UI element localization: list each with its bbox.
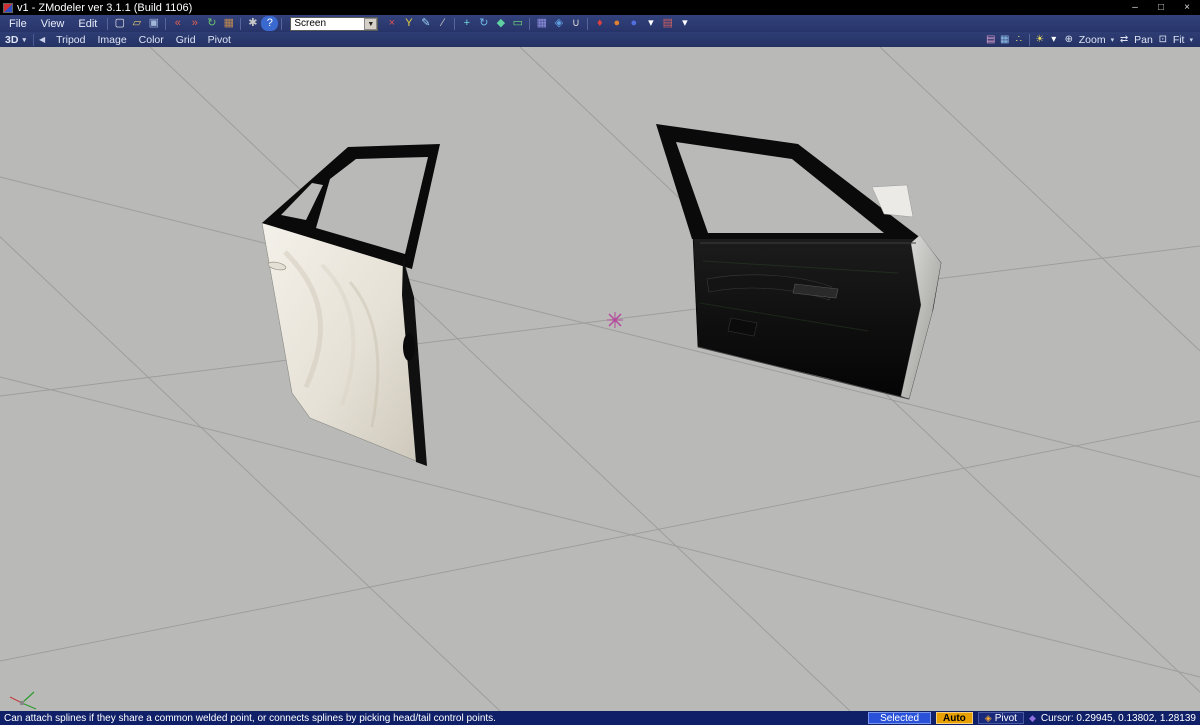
viewport-header-right: ▤ ▦ ∴ ☀ ▾ ⊕ Zoom ▾ ⇄ Pan ⊡ Fit ▾ [984,33,1200,46]
viewport-3d[interactable] [0,47,1200,711]
pivot-label: Pivot [994,712,1017,724]
edit-tools-strip: × Y ✎ ∕ + ↻ ◆ ▭ ▦ ◈ ∪ ♦ ● ● ▾ ▤ ▾ [383,15,693,32]
dropdown-arrow-icon[interactable]: ▼ [364,17,378,30]
display-options-strip: ▤ ▦ ∴ ☀ ▾ [984,33,1061,46]
separator [587,17,589,30]
wireframe-icon[interactable]: ▦ [998,33,1012,46]
y-axis-icon[interactable]: Y [400,16,417,31]
separator [107,17,109,30]
window-title: v1 - ZModeler ver 3.1.1 (Build 1106) [17,1,193,14]
fit-caret-icon[interactable]: ▾ [1187,36,1195,44]
minimize-button[interactable]: – [1122,2,1148,13]
pan-button[interactable]: Pan [1132,34,1155,46]
window-controls: – □ × [1122,2,1200,13]
menu-strip: File View Edit [2,15,104,32]
right-door-model[interactable] [656,124,942,400]
viewport-header: 3D ▾ ◀ Tripod Image Color Grid Pivot ▤ ▦ ∴ ☀ ▾ ⊕… [0,32,1200,47]
separator [165,17,167,30]
view-mode-label: 3D [5,33,19,46]
open-folder-icon[interactable]: ▱ [128,16,145,31]
back-arrow-icon[interactable]: ◀ [34,35,50,44]
zmodeler-window: v1 - ZModeler ver 3.1.1 (Build 1106) – □… [0,0,1200,725]
shading-mode-icon[interactable]: ▤ [984,33,998,46]
fit-button[interactable]: Fit [1171,34,1187,46]
status-message: Can attach splines if they share a commo… [4,712,496,724]
zoom-caret-icon[interactable]: ▾ [1109,36,1117,44]
grid-lines [0,47,1200,711]
edge-snap-icon[interactable]: ∪ [567,16,584,31]
cursor-diamond-icon: ◆ [1028,712,1036,723]
screen-mode-value: Screen [294,18,327,29]
draw-pencil-icon[interactable]: ✎ [417,16,434,31]
viewport-menu-tripod[interactable]: Tripod [50,34,91,46]
cursor-coordinates: Cursor: 0.29945, 0.13802, 1.28139 [1040,712,1196,724]
main-toolbar: File View Edit ▢ ▱ ▣ «» ↻ ▦ ✱? Screen ▼ × Y ✎ ∕ + ↻ ◆ ▭… [0,15,1200,32]
close-button[interactable]: × [1174,2,1200,13]
dropdown-caret-icon[interactable]: ▾ [642,16,659,31]
zoom-button[interactable]: Zoom [1077,34,1108,46]
package-icon[interactable]: ▦ [220,16,237,31]
axis-gizmo [9,691,37,710]
viewport-menu-color[interactable]: Color [133,34,170,46]
zoom-icon[interactable]: ⊕ [1062,33,1076,46]
move-tool-icon[interactable]: + [458,16,475,31]
line-tool-icon[interactable]: ∕ [434,16,451,31]
dropdown-caret2-icon[interactable]: ▾ [676,16,693,31]
menu-edit[interactable]: Edit [71,18,104,30]
display-caret-icon[interactable]: ▾ [1047,33,1061,46]
titlebar: v1 - ZModeler ver 3.1.1 (Build 1106) – □… [0,0,1200,15]
app-icon [3,2,13,13]
auto-mode-button[interactable]: Auto [936,712,973,724]
material-blue-icon[interactable]: ● [625,16,642,31]
refresh-icon[interactable]: ↻ [203,16,220,31]
material-orange-icon[interactable]: ● [608,16,625,31]
grid-snap-icon[interactable]: ▦ [533,16,550,31]
view-mode-button[interactable]: 3D ▾ [0,33,34,46]
display-monitor-icon[interactable]: ▭ [509,16,526,31]
pan-icon[interactable]: ⇄ [1117,33,1131,46]
separator [454,17,456,30]
viewport-menu-grid[interactable]: Grid [170,34,202,46]
scale-tool-icon[interactable]: ◆ [492,16,509,31]
vertex-snap-icon[interactable]: ◈ [550,16,567,31]
fit-icon[interactable]: ⊡ [1156,33,1170,46]
separator [281,17,283,30]
maximize-button[interactable]: □ [1148,2,1174,13]
screen-mode-select[interactable]: Screen ▼ [290,16,379,31]
export-icon[interactable]: » [186,16,203,31]
menu-file[interactable]: File [2,18,34,30]
vertices-icon[interactable]: ∴ [1012,33,1026,46]
pivot-icon: ◈ [984,712,992,723]
viewport-menu-pivot[interactable]: Pivot [202,34,237,46]
separator [240,17,242,30]
separator [529,17,531,30]
rotate-tool-icon[interactable]: ↻ [475,16,492,31]
import-icon[interactable]: « [169,16,186,31]
pivot-mode-button[interactable]: ◈ Pivot [977,712,1024,724]
palette-icon[interactable]: ▤ [659,16,676,31]
viewport-menu-image[interactable]: Image [91,34,132,46]
selected-mode-button[interactable]: Selected [868,712,932,724]
settings-gear-icon[interactable]: ✱ [244,16,261,31]
menu-view[interactable]: View [34,18,72,30]
light-bulb-icon[interactable]: ☀ [1033,33,1047,46]
render-icon[interactable]: ♦ [591,16,608,31]
left-door-model[interactable] [261,144,440,466]
file-tools-strip: ▢ ▱ ▣ «» ↻ ▦ ✱? [111,15,285,32]
help-icon[interactable]: ? [261,16,279,31]
viewport-menu-strip: Tripod Image Color Grid Pivot [50,32,237,47]
statusbar: Can attach splines if they share a commo… [0,711,1200,725]
save-icon[interactable]: ▣ [145,16,162,31]
delete-icon[interactable]: × [383,16,400,31]
separator [1028,33,1030,46]
origin-marker [607,312,623,328]
new-file-icon[interactable]: ▢ [111,16,128,31]
chevron-down-icon: ▾ [22,36,26,44]
statusbar-right: Selected Auto ◈ Pivot ◆ Cursor: 0.29945,… [868,712,1196,724]
